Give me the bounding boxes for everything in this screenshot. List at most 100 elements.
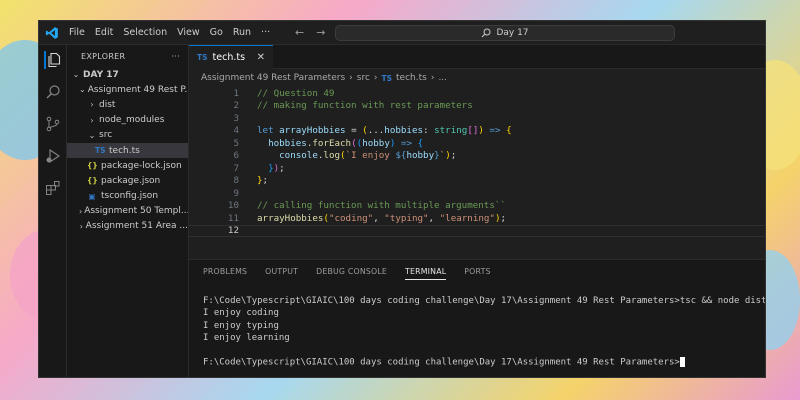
code-token: => [483, 125, 507, 137]
chevron-right-icon: › [373, 73, 378, 83]
tree-item-dist[interactable]: › dist [67, 97, 188, 112]
terminal-line: F:\Code\Typescript\GIAIC\100 days coding… [203, 296, 765, 308]
explorer-icon[interactable] [43, 51, 62, 69]
tree-item-tech-ts[interactable]: TS tech.ts [67, 142, 188, 159]
forward-arrow-icon[interactable]: → [316, 26, 325, 39]
code-line: 9 [189, 187, 765, 200]
line-number: 8 [233, 175, 239, 187]
json-file-icon: {} [87, 161, 98, 171]
line-number: 9 [233, 187, 239, 199]
menu-run[interactable]: Run [233, 25, 251, 40]
tree-item-assignment-49-rest-p[interactable]: ⌄ Assignment 49 Rest P... [67, 82, 188, 97]
tab-label: tech.ts [212, 52, 246, 63]
breadcrumb-file[interactable]: tech.ts [396, 73, 427, 83]
code-text: // calling function with multiple argume… [257, 200, 506, 211]
code-token: ... [367, 125, 385, 137]
menu-view[interactable]: View [177, 25, 200, 40]
extensions-icon[interactable] [44, 179, 62, 197]
search-icon [482, 28, 491, 38]
chevron-right-icon: › [430, 73, 435, 83]
tab-ports[interactable]: PORTS [464, 267, 490, 276]
json-file-icon: {} [87, 176, 98, 186]
chevron-right-icon: › [79, 206, 83, 216]
tree-item-node-modules[interactable]: › node_modules [67, 113, 188, 128]
code-token: , [428, 212, 440, 224]
tree-item-src[interactable]: ⌄ src [67, 128, 188, 143]
line-number: 7 [233, 162, 239, 174]
code-token: ${ [395, 150, 407, 162]
terminal-text: I enjoy typing [203, 320, 279, 331]
command-center-search[interactable]: Day 17 [335, 25, 675, 41]
run-debug-icon[interactable] [44, 147, 62, 165]
workspace-root[interactable]: ⌄ DAY 17 [67, 67, 188, 82]
line-number: 3 [233, 112, 239, 124]
code-text: hobbies.forEach((hobby) => { [257, 138, 423, 149]
code-token: let [257, 125, 280, 137]
tab-output[interactable]: OUTPUT [265, 267, 298, 276]
bottom-panel: PROBLEMS OUTPUT DEBUG CONSOLE TERMINAL P… [189, 259, 765, 377]
chevron-right-icon: › [349, 73, 353, 83]
tree-item-label: src [99, 130, 113, 141]
code-token: hobby [406, 150, 435, 162]
menu-selection[interactable]: Selection [123, 25, 167, 40]
chevron-right-icon: › [79, 221, 83, 231]
menu-file[interactable]: File [69, 25, 85, 40]
tree-item-assignment-50-templ[interactable]: › Assignment 50 Templ... [67, 204, 188, 219]
code-token: forEach [312, 137, 352, 149]
workspace-root-label: DAY 17 [83, 69, 119, 80]
typescript-file-icon: TS [381, 73, 393, 83]
code-line: 11 arrayHobbies("coding", "typing", "lear… [189, 212, 765, 225]
code-line: 10 // calling function with multiple argu… [189, 200, 765, 213]
tree-item-label: tsconfig.json [101, 191, 159, 202]
code-text: arrayHobbies("coding", "typing", "learni… [257, 213, 506, 224]
menu-edit[interactable]: Edit [95, 25, 113, 40]
editor-area: TS tech.ts ✕ Assignment 49 Rest Paramete… [189, 45, 765, 259]
chevron-down-icon: ⌄ [79, 85, 86, 95]
tree-item-assignment-51-area[interactable]: › Assignment 51 Area ... [67, 219, 188, 234]
code-text: // Question 49 [257, 88, 334, 99]
explorer-more-icon[interactable]: ··· [171, 52, 180, 61]
search-sidebar-icon[interactable] [44, 83, 62, 101]
breadcrumb-folder[interactable]: Assignment 49 Rest Parameters [201, 73, 345, 83]
typescript-file-icon: TS [95, 146, 106, 156]
code-token: ; [262, 175, 269, 187]
code-text: }); [257, 163, 285, 174]
code-token: : [423, 125, 435, 137]
tab-terminal[interactable]: TERMINAL [405, 267, 447, 280]
breadcrumb-src[interactable]: src [357, 73, 370, 83]
code-token: = [345, 125, 363, 137]
code-token: ; [500, 212, 507, 224]
terminal-text: I enjoy coding [203, 308, 279, 319]
source-control-icon[interactable] [44, 115, 62, 133]
close-icon[interactable]: ✕ [257, 52, 265, 63]
terminal-output[interactable]: F:\Code\Typescript\GIAIC\100 days coding… [189, 282, 765, 370]
code-text: console.log(`I enjoy ${hobby}`); [257, 150, 456, 161]
menu-more[interactable]: ··· [261, 25, 270, 40]
code-token: // Question 49 [257, 87, 335, 99]
tsconfig-file-icon: ▣ [88, 191, 96, 201]
tree-item-tsconfig-json[interactable]: ▣ tsconfig.json [67, 189, 188, 204]
tree-item-package-lock-json[interactable]: {} package-lock.json [67, 158, 188, 173]
code-line: 6 console.log(`I enjoy ${hobby}`); [189, 150, 765, 163]
terminal-line: I enjoy typing [203, 320, 765, 333]
vscode-logo-icon [45, 26, 58, 39]
chevron-down-icon: ⌄ [72, 70, 80, 80]
code-line: 2 // making function with rest parameters [189, 100, 765, 113]
tab-debug-console[interactable]: DEBUG CONSOLE [316, 267, 387, 276]
activity-bar [39, 45, 67, 377]
code-token: => [395, 137, 418, 149]
menu-go[interactable]: Go [210, 25, 223, 40]
tree-item-package-json[interactable]: {} package.json [67, 173, 188, 188]
tree-item-label: Assignment 50 Templ... [84, 206, 188, 217]
terminal-text: F:\Code\Typescript\GIAIC\100 days coding… [203, 357, 680, 368]
tab-tech-ts[interactable]: TS tech.ts ✕ [189, 45, 273, 69]
code-token: // making function with rest parameters [257, 100, 473, 112]
back-arrow-icon[interactable]: ← [295, 26, 304, 39]
explorer-header: EXPLORER ··· [67, 45, 188, 67]
breadcrumb-more[interactable]: ... [438, 73, 447, 83]
tab-problems[interactable]: PROBLEMS [203, 267, 247, 276]
tree-item-label: dist [99, 99, 116, 110]
code-editor[interactable]: 1 // Question 49 2 // making function with … [189, 87, 765, 237]
